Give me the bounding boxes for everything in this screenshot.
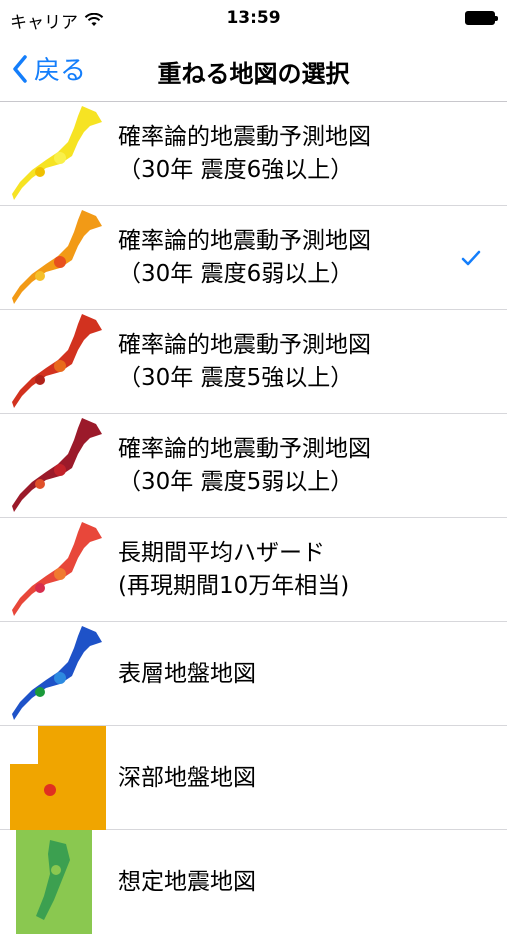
- map-thumbnail: [10, 726, 106, 830]
- row-text: 長期間平均ハザード (再現期間10万年相当): [118, 518, 349, 622]
- battery-icon: [465, 11, 498, 25]
- item-title: 確率論的地震動予測地図: [118, 436, 371, 462]
- hazard-dot: [54, 672, 66, 684]
- nav-bar: 戻る 重ねる地図の選択: [0, 38, 507, 102]
- item-title: 深部地盤地図: [118, 764, 256, 791]
- map-thumbnail: [12, 418, 102, 512]
- map-thumbnail: [12, 210, 102, 304]
- hazard-dot: [35, 479, 45, 489]
- map-thumbnail: [12, 106, 102, 200]
- hazard-dot: [35, 583, 45, 593]
- hazard-dot: [51, 865, 61, 875]
- hazard-dot: [54, 152, 66, 164]
- item-title: 想定地震地図: [118, 868, 256, 895]
- item-title: 表層地盤地図: [118, 660, 256, 687]
- item-title: 確率論的地震動予測地図: [118, 228, 371, 254]
- list-item[interactable]: 表層地盤地図: [0, 622, 507, 726]
- map-thumbnail: [12, 522, 102, 616]
- list-item[interactable]: 確率論的地震動予測地図 （30年 震度6強以上）: [0, 102, 507, 206]
- row-text: 想定地震地図: [118, 830, 256, 934]
- map-list: 確率論的地震動予測地図 （30年 震度6強以上） 確率論的地震動予測地図 （30…: [0, 102, 507, 934]
- item-subtitle: （30年 震度5弱以上）: [118, 469, 354, 495]
- checkmark-icon: [461, 250, 481, 266]
- item-subtitle: （30年 震度6強以上）: [118, 157, 354, 183]
- hazard-dot: [35, 271, 45, 281]
- hazard-dot: [44, 784, 56, 796]
- map-thumbnail: [12, 314, 102, 408]
- hazard-dot: [54, 360, 66, 372]
- hazard-dot: [54, 568, 66, 580]
- hazard-dot: [54, 256, 66, 268]
- hazard-dot: [35, 687, 45, 697]
- row-text: 確率論的地震動予測地図 （30年 震度5強以上）: [118, 310, 371, 414]
- status-bar: キャリア 13:59: [0, 0, 507, 38]
- list-item[interactable]: 確率論的地震動予測地図 （30年 震度5強以上）: [0, 310, 507, 414]
- item-subtitle: （30年 震度5強以上）: [118, 365, 354, 391]
- list-item[interactable]: 確率論的地震動予測地図 （30年 震度6弱以上）: [0, 206, 507, 310]
- list-item[interactable]: 長期間平均ハザード (再現期間10万年相当): [0, 518, 507, 622]
- item-title: 長期間平均ハザード: [118, 540, 325, 566]
- row-text: 表層地盤地図: [118, 622, 256, 726]
- item-subtitle: （30年 震度6弱以上）: [118, 261, 354, 287]
- hazard-dot: [35, 375, 45, 385]
- map-thumbnail: [16, 830, 92, 934]
- row-text: 確率論的地震動予測地図 （30年 震度6弱以上）: [118, 206, 371, 310]
- row-text: 深部地盤地図: [118, 726, 256, 830]
- page-title: 重ねる地図の選択: [157, 60, 350, 88]
- row-text: 確率論的地震動予測地図 （30年 震度5弱以上）: [118, 414, 371, 518]
- map-thumbnail: [12, 626, 102, 720]
- row-text: 確率論的地震動予測地図 （30年 震度6強以上）: [118, 102, 371, 206]
- hazard-dot: [54, 464, 66, 476]
- status-time: 13:59: [226, 8, 281, 28]
- list-item[interactable]: 深部地盤地図: [0, 726, 507, 830]
- list-item[interactable]: 想定地震地図: [0, 830, 507, 934]
- item-subtitle: (再現期間10万年相当): [118, 573, 350, 599]
- list-item[interactable]: 確率論的地震動予測地図 （30年 震度5弱以上）: [0, 414, 507, 518]
- item-title: 確率論的地震動予測地図: [118, 332, 371, 358]
- hazard-dot: [35, 167, 45, 177]
- item-title: 確率論的地震動予測地図: [118, 124, 371, 150]
